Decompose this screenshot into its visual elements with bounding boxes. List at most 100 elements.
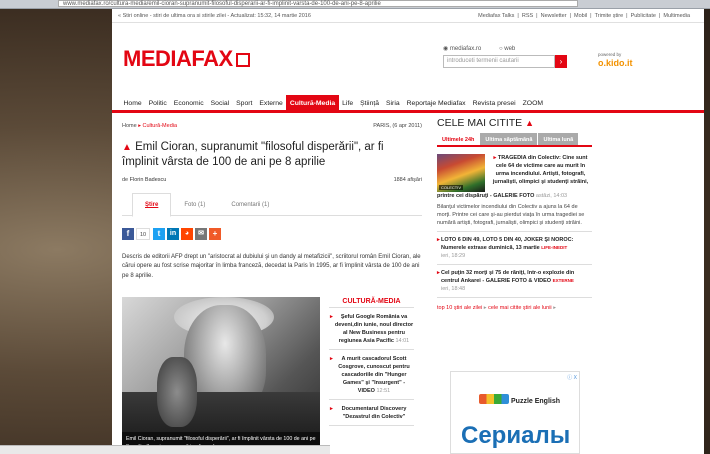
nav-item[interactable]: Social xyxy=(207,95,233,110)
most-read: CELE MAI CITITE ▲ Ultimele 24h Ultima să… xyxy=(437,117,592,311)
top-link[interactable]: RSS xyxy=(522,13,533,19)
facebook-icon[interactable]: f xyxy=(122,228,134,240)
browser-toolbar: www.mediafax.ro/cultura-media/emil-ciora… xyxy=(0,0,710,9)
breadcrumb-section[interactable]: Cultură-Media xyxy=(143,123,178,129)
share-count: 10 xyxy=(136,228,150,240)
tab-foto[interactable]: Foto (1) xyxy=(171,193,218,215)
tab-week[interactable]: Ultima săptămână xyxy=(480,133,538,145)
twitter-icon[interactable]: t xyxy=(153,228,165,240)
top-link[interactable]: Newsletter xyxy=(541,13,567,19)
view-count: 1884 afişări xyxy=(393,177,422,183)
featured-thumbnail[interactable]: COLECTIV xyxy=(437,154,485,192)
nav-item[interactable]: Revista presei xyxy=(469,95,519,110)
article-title: ▲ Emil Cioran, supranumit "filosoful dis… xyxy=(122,141,384,168)
divider: | xyxy=(626,12,628,19)
section-tag: LIFE-INEDIT xyxy=(541,245,568,250)
featured-title[interactable]: ▸ TRAGEDIA din Colectiv: Cine sunt cele … xyxy=(485,154,592,192)
more-share-icon[interactable]: + xyxy=(209,228,221,240)
top10-month-link[interactable]: cele mai citite ştiri ale lunii xyxy=(488,305,552,311)
top-link[interactable]: Multimedia xyxy=(663,13,690,19)
top-strip: « Stiri online - stiri de ultima ora si … xyxy=(112,9,704,23)
article-meta: de Florin Badescu 1884 afişări xyxy=(122,177,422,183)
advertisement[interactable]: ⓘ X Puzzle English Сериалы xyxy=(450,371,580,454)
nav-item[interactable]: Life xyxy=(339,95,357,110)
article-photo[interactable]: Emil Cioran, supranumit "filosoful dispe… xyxy=(122,297,320,454)
article-location-date: PARIS, (6 apr 2011) xyxy=(373,123,422,129)
triangle-icon: ▲ xyxy=(122,142,132,153)
ad-title: Puzzle English xyxy=(479,394,560,405)
sponsor-badge[interactable]: powered by o.kido.it xyxy=(598,52,638,68)
article: Home ▸ Cultură-Media PARIS, (6 apr 2011)… xyxy=(122,123,422,454)
nav-item[interactable]: Cultură-Media xyxy=(286,95,339,110)
top-links-bar: top 10 ştiri ale zilei ▸ cele mai citite… xyxy=(437,305,592,311)
reddit-icon[interactable]: ◕ xyxy=(181,228,193,240)
ad-choices-icon[interactable]: ⓘ X xyxy=(567,374,577,381)
most-read-item[interactable]: ▸ LOTO 6 DIN 49, LOTO 5 DIN 40, JOKER ŞI … xyxy=(437,232,592,265)
triangle-icon: ▲ xyxy=(525,118,535,128)
status-bar xyxy=(0,445,330,454)
featured-story[interactable]: COLECTIV ▸ TRAGEDIA din Colectiv: Cine s… xyxy=(437,154,592,192)
top10-day-link[interactable]: top 10 ştiri ale zilei xyxy=(437,305,482,311)
search-options: ◉ mediafax.ro ○ web xyxy=(443,45,661,52)
linkedin-icon[interactable]: in xyxy=(167,228,179,240)
author-link[interactable]: Florin Badescu xyxy=(130,177,167,183)
cultura-news-item[interactable]: ▸ A murit cascadorul Scott Cosgrove, cuno… xyxy=(329,350,414,400)
search-box: ◉ mediafax.ro ○ web introduceti termenii… xyxy=(443,45,661,73)
breadcrumb-home[interactable]: Home xyxy=(122,123,137,129)
divider: | xyxy=(569,12,572,19)
search-submit-icon[interactable]: › xyxy=(555,55,567,68)
sponsor-name: o.kido.it xyxy=(598,58,633,68)
nav-item[interactable]: Știință xyxy=(357,95,383,110)
webpage: « Stiri online - stiri de ultima ora si … xyxy=(112,9,704,454)
nav-item[interactable]: Home xyxy=(120,95,145,110)
logo-square-icon xyxy=(235,53,250,67)
top-link[interactable]: Publicitate xyxy=(631,13,656,19)
ad-big-text: Сериалы xyxy=(461,422,571,449)
triangle-icon: ▸ xyxy=(330,314,333,320)
triangle-icon: ▸ xyxy=(330,356,333,362)
main-nav: Home Politic Economic Social Sport Externe Cul… xyxy=(112,95,704,113)
nav-item[interactable]: Reportaje Mediafax xyxy=(403,95,469,110)
cultura-media-box: CULTURĂ-MEDIA ▸ Şeful Google România va d… xyxy=(329,298,414,426)
site-header: MEDIAFAX ◉ mediafax.ro ○ web introduceti… xyxy=(112,23,704,83)
logo-text: MEDIAFAX xyxy=(123,46,233,71)
tab-comentarii[interactable]: Comentarii (1) xyxy=(218,193,282,215)
top-link[interactable]: Trimite știre xyxy=(595,13,624,19)
nav-item[interactable]: Sport xyxy=(233,95,256,110)
update-info: « Stiri online - stiri de ultima ora si … xyxy=(118,12,311,19)
featured-title-cont[interactable]: printre cei dispăruţi - GALERIE FOTO ast… xyxy=(437,192,592,200)
mediafax-logo[interactable]: MEDIAFAX xyxy=(123,46,250,72)
nav-item[interactable]: Externe xyxy=(256,95,286,110)
tab-stire[interactable]: Ştire xyxy=(132,193,172,217)
article-tabs: Ştire Foto (1) Comentarii (1) xyxy=(122,193,422,217)
triangle-icon: ▸ xyxy=(437,237,440,243)
tab-24h[interactable]: Ultimele 24h xyxy=(437,133,480,145)
puzzle-icon xyxy=(479,394,509,404)
top-links: Mediafax Talks | RSS | Newsletter | Mobil | Trim… xyxy=(475,13,690,19)
most-read-tabs: Ultimele 24h Ultima săptămână Ultima lun… xyxy=(437,133,592,147)
cultura-news-item[interactable]: ▸ Documentarul Discovery "Dezastrul din C… xyxy=(329,400,414,426)
top-link[interactable]: Mediafax Talks xyxy=(478,13,514,19)
address-bar[interactable]: www.mediafax.ro/cultura-media/emil-ciora… xyxy=(58,0,578,7)
triangle-icon: ▸ xyxy=(330,406,333,412)
radio-mediafax[interactable]: ◉ mediafax.ro xyxy=(443,46,489,52)
search-input[interactable]: introduceti termenii cautarii xyxy=(443,55,555,68)
tab-month[interactable]: Ultima lună xyxy=(538,133,579,145)
divider: | xyxy=(517,12,519,19)
top-link[interactable]: Mobil xyxy=(574,13,587,19)
email-icon[interactable]: ✉ xyxy=(195,228,207,240)
most-read-heading: CELE MAI CITITE ▲ xyxy=(437,117,535,129)
most-read-item[interactable]: ▸ Cel puţin 32 morţi şi 75 de răniţi, înt… xyxy=(437,265,592,298)
nav-item[interactable]: Politic xyxy=(145,95,170,110)
nav-item[interactable]: Economic xyxy=(170,95,207,110)
section-tag: EXTERNE xyxy=(552,278,574,283)
featured-summary: Bilanţul victimelor incendiului din Cole… xyxy=(437,203,592,232)
divider: | xyxy=(658,12,661,19)
divider: | xyxy=(536,12,538,19)
radio-web[interactable]: ○ web xyxy=(499,46,523,52)
nav-item[interactable]: Siria xyxy=(383,95,404,110)
cultura-heading[interactable]: CULTURĂ-MEDIA xyxy=(329,298,414,308)
cultura-news-item[interactable]: ▸ Şeful Google România va deveni,din iuni… xyxy=(329,308,414,350)
share-bar: f 10 t in ◕ ✉ + xyxy=(122,226,422,242)
nav-item[interactable]: ZOOM xyxy=(519,95,546,110)
